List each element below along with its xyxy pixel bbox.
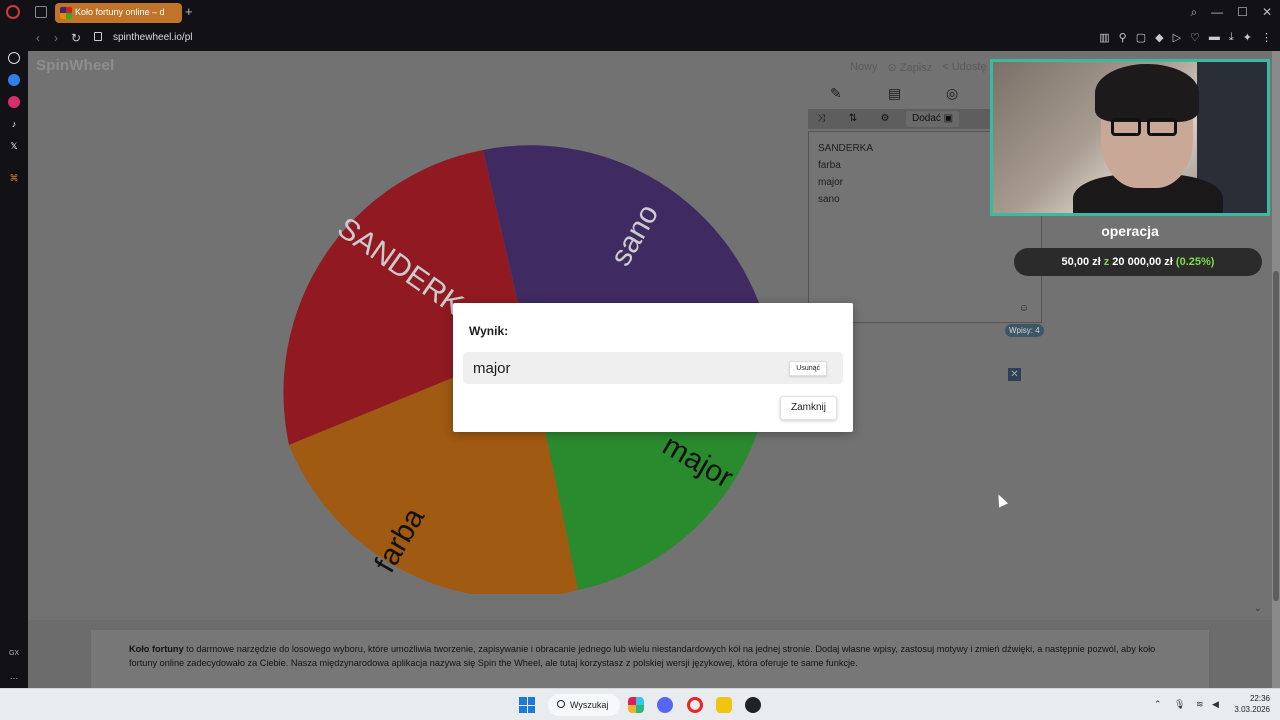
clock[interactable]: 22:36 3.03.2026 (1234, 693, 1270, 715)
cam-person-hair (1095, 64, 1199, 122)
result-value: major (473, 360, 511, 377)
search-icon[interactable]: ⌕ (1190, 5, 1197, 20)
edit-icon[interactable]: ✎ (830, 85, 842, 102)
windows-start-icon[interactable] (519, 697, 535, 713)
back-icon[interactable]: ‹ (36, 31, 40, 45)
taskbar: Wyszukaj ⌃ 🎙 ≋ ◀ 22:36 3.03.2026 (0, 688, 1280, 720)
window-controls: ⌕ — ☐ ✕ (1190, 5, 1272, 20)
info-box: Koło fortuny to darmowe narzędzie do los… (90, 629, 1210, 688)
add-image-button[interactable]: Dodać ▣ (906, 111, 960, 127)
opera-logo-icon[interactable] (6, 5, 20, 19)
search-icon (557, 700, 565, 708)
info-text: to darmowe narzędzie do losowego wyboru,… (129, 644, 1156, 668)
close-button[interactable]: Zamknij (779, 396, 837, 420)
play-icon[interactable]: ▷ (1173, 31, 1181, 44)
new-tab-icon[interactable]: + (185, 4, 193, 19)
close-icon[interactable]: ✕ (1262, 5, 1272, 20)
page-scrollbar[interactable] (1272, 51, 1280, 688)
snapshot-icon[interactable]: ▢ (1136, 31, 1146, 44)
gx-icon[interactable]: GX (8, 648, 20, 660)
tray-expand-icon[interactable]: ⌃ (1154, 699, 1162, 710)
extension-icon[interactable]: ▬ (1209, 31, 1220, 44)
browser-tab-active[interactable]: Koło fortuny online – d (55, 3, 182, 23)
hide-icon[interactable]: ◎ (946, 85, 958, 102)
pin-icon[interactable]: ⚲ (1119, 31, 1127, 44)
cam-glasses-right (1147, 118, 1177, 136)
tab-title: Koło fortuny online – d (75, 7, 165, 17)
chevron-down-icon[interactable]: ⌄ (1254, 603, 1262, 614)
shield-icon[interactable]: ◆ (1155, 31, 1163, 44)
share-button[interactable]: < Udostę (942, 61, 986, 74)
minimize-icon[interactable]: — (1211, 5, 1223, 20)
download-icon[interactable]: ⤓ (1229, 31, 1234, 44)
url-field[interactable]: spinthewheel.io/pl (113, 32, 193, 43)
save-button[interactable]: ⊙ Zapisz (888, 61, 933, 74)
reload-icon[interactable]: ↻ (71, 31, 81, 45)
result-dialog: Wynik: major Usunąć Zamknij (453, 303, 853, 432)
result-box: major Usunąć (463, 352, 843, 384)
maximize-icon[interactable]: ☐ (1237, 5, 1248, 20)
wifi-icon[interactable]: ≋ (1196, 699, 1204, 710)
mic-icon[interactable]: 🎙 (1174, 699, 1185, 710)
messenger-icon[interactable] (8, 74, 20, 86)
menu-icon[interactable]: ⋮ (1261, 31, 1272, 44)
pinboard-icon[interactable]: ⌘ (8, 172, 20, 184)
page-content: SpinWheel Nowy ⊙ Zapisz < Udostę SANDERK… (28, 51, 1272, 688)
emoji-icon[interactable]: ☺ (1019, 303, 1029, 314)
tab-menu-icon[interactable] (35, 6, 47, 18)
shuffle-icon[interactable]: ⤨ (814, 111, 828, 127)
sidebar-toggle-icon[interactable]: ▥ (1099, 31, 1109, 44)
new-button[interactable]: Nowy (850, 61, 878, 74)
heart-icon[interactable]: ♡ (1190, 31, 1200, 44)
dialog-title: Wynik: (469, 324, 509, 338)
browser-toolbar: ▥ ⚲ ▢ ◆ ▷ ♡ ▬ ⤓ ✦ ⋮ (1099, 31, 1272, 44)
mouse-cursor (993, 492, 1009, 508)
scrollbar-thumb[interactable] (1273, 271, 1279, 601)
ai-icon[interactable]: ✦ (1243, 31, 1252, 44)
results-icon[interactable]: ▤ (888, 85, 901, 102)
obs-icon[interactable] (745, 697, 761, 713)
remove-button[interactable]: Usunąć (789, 361, 827, 376)
slack-icon[interactable] (628, 697, 644, 713)
instagram-icon[interactable] (8, 96, 20, 108)
address-bar: ‹ › ↻ spinthewheel.io/pl ▥ ⚲ ▢ ◆ ▷ ♡ ▬ ⤓… (28, 26, 1280, 51)
opera-taskbar-icon[interactable] (687, 697, 703, 713)
info-bold: Koło fortuny (129, 644, 184, 654)
volume-icon[interactable]: ◀ (1212, 699, 1219, 710)
site-logo[interactable]: SpinWheel (36, 57, 114, 74)
settings-icon[interactable]: ⚙ (878, 111, 892, 127)
chatgpt-icon[interactable] (8, 52, 20, 64)
entries-count-badge: Wpisy: 4 (1005, 324, 1044, 337)
x-icon[interactable]: 𝕏 (8, 140, 20, 152)
browser-tab-bar: Koło fortuny online – d + ⌕ — ☐ ✕ (0, 0, 1280, 26)
tiktok-icon[interactable]: ♪ (8, 118, 20, 130)
webcam-overlay (990, 59, 1270, 216)
discord-icon[interactable] (657, 697, 673, 713)
taskbar-search[interactable]: Wyszukaj (548, 694, 620, 716)
sort-icon[interactable]: ⇅ (846, 111, 860, 127)
close-ad-icon[interactable]: ✕ (1008, 368, 1021, 381)
app-icon[interactable] (716, 697, 732, 713)
donation-goal-bar: 50,00 zł z 20 000,00 zł (0.25%) (1014, 248, 1262, 276)
site-actions: Nowy ⊙ Zapisz < Udostę (850, 61, 987, 74)
forward-icon[interactable]: › (54, 31, 58, 45)
browser-sidebar: ♪ 𝕏 ⌘ GX … (0, 26, 28, 688)
more-icon[interactable]: … (8, 670, 20, 682)
lock-icon (94, 32, 102, 41)
favicon-icon (60, 7, 72, 19)
donation-goal-title: operacja (1101, 223, 1159, 239)
cam-glasses-left (1111, 118, 1141, 136)
